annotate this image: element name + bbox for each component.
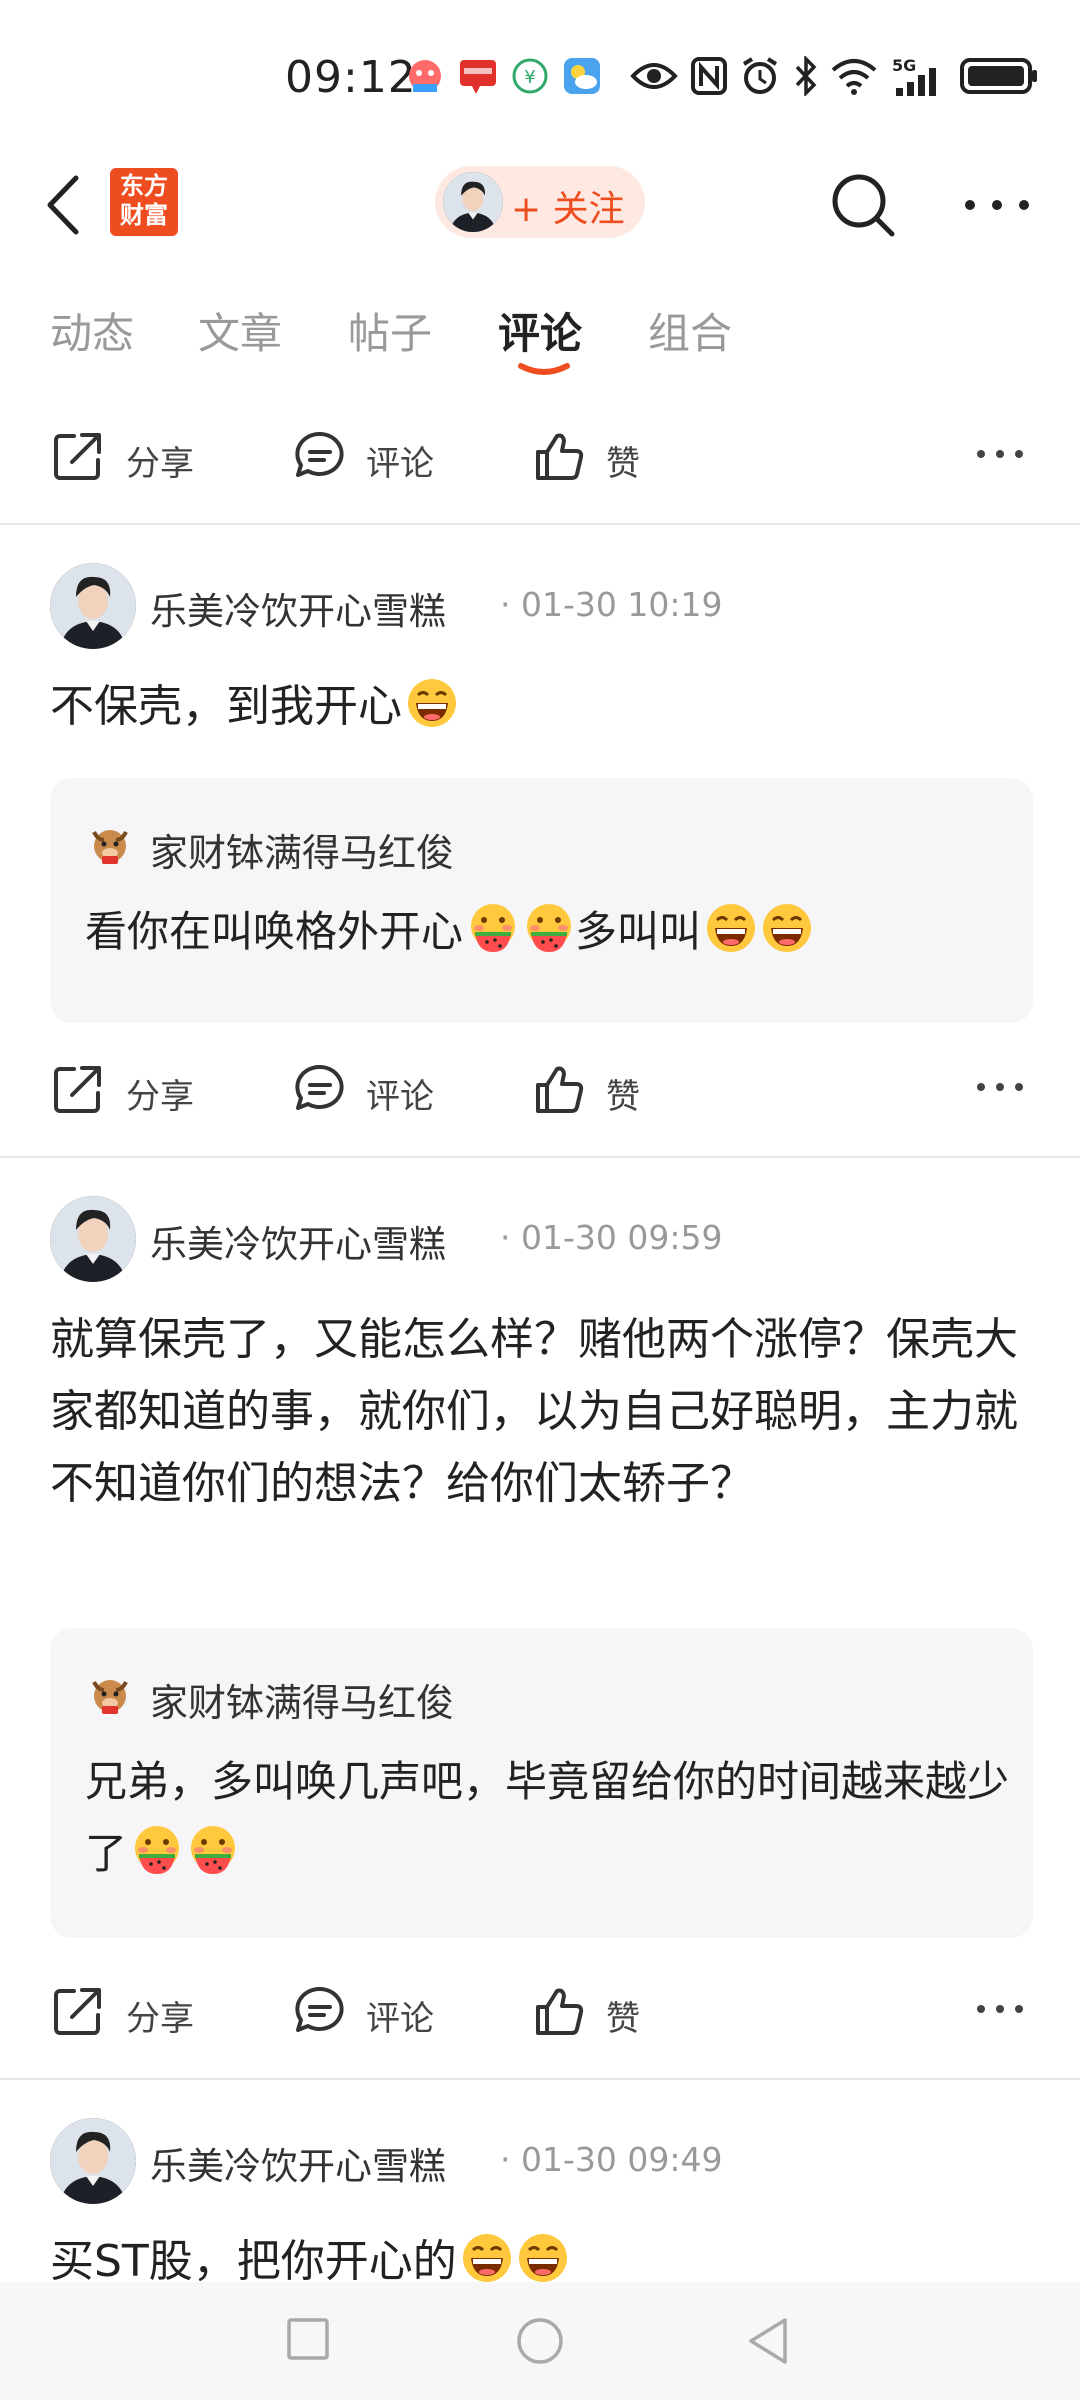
like-button[interactable]: 赞 <box>532 1049 672 1129</box>
share-button[interactable]: 分享 <box>50 416 210 496</box>
like-label: 赞 <box>606 1999 640 2039</box>
back-triangle-icon[interactable] <box>745 2316 791 2366</box>
more-options-icon[interactable] <box>975 446 1025 462</box>
reply-box[interactable]: 家财钵满得马红俊 看你在叫唤格外开心 多叫叫 <box>50 778 1033 1023</box>
wifi-icon <box>831 59 877 95</box>
like-icon <box>532 1061 588 1117</box>
bluetooth-icon <box>795 56 817 96</box>
comment-icon <box>292 1061 348 1117</box>
laughing-emoji <box>517 2232 569 2282</box>
comment-time: · 01-30 09:49 <box>500 2140 723 2179</box>
action-bar: 分享 评论 赞 <box>0 416 1080 496</box>
comment-author[interactable]: 乐美冷饮开心雪糕 <box>150 2136 446 2190</box>
comment-button[interactable]: 评论 <box>292 1971 452 2051</box>
comment-text: 买ST股，把你开心的 <box>50 2226 1040 2282</box>
avatar[interactable] <box>50 1196 136 1282</box>
like-button[interactable]: 赞 <box>532 416 672 496</box>
tab-pinglun[interactable]: 评论 <box>498 300 582 361</box>
reply-text: 看你在叫唤格外开心 多叫叫 <box>85 896 1015 968</box>
more-options-icon[interactable] <box>975 2001 1025 2017</box>
share-button[interactable]: 分享 <box>50 1049 210 1129</box>
ox-badge-icon <box>88 822 132 866</box>
nfc-icon <box>691 57 727 95</box>
system-nav-bar <box>0 2282 1080 2400</box>
app-notification-icon <box>409 60 441 92</box>
share-icon <box>50 1061 106 1117</box>
comment-item: 乐美冷饮开心雪糕 · 01-30 09:59 就算保壳了，又能怎么样？赌他两个涨… <box>0 1158 1080 2078</box>
watermelon-emoji <box>467 902 519 954</box>
watermelon-emoji <box>131 1824 183 1876</box>
tab-zuhe[interactable]: 组合 <box>648 300 732 361</box>
app-logo: 东方 财富 <box>110 168 178 236</box>
comment-time: · 01-30 09:59 <box>500 1218 723 1257</box>
like-label: 赞 <box>606 1077 640 1117</box>
more-icon[interactable] <box>962 185 1032 225</box>
follow-label: + 关注 <box>511 189 625 230</box>
laughing-emoji <box>761 902 813 954</box>
svg-text:¥: ¥ <box>524 67 535 88</box>
comment-label: 评论 <box>366 444 434 484</box>
home-circle-icon[interactable] <box>515 2316 565 2366</box>
share-icon <box>50 428 106 484</box>
battery-icon <box>960 58 1037 94</box>
comment-label: 评论 <box>366 1077 434 1117</box>
reply-author[interactable]: 家财钵满得马红俊 <box>150 822 454 877</box>
reply-author[interactable]: 家财钵满得马红俊 <box>150 1672 454 1727</box>
watermelon-emoji <box>187 1824 239 1876</box>
comment-icon <box>292 1983 348 2039</box>
share-button[interactable]: 分享 <box>50 1971 210 2051</box>
alarm-icon <box>742 57 778 94</box>
action-bar: 分享 评论 赞 <box>0 1971 1080 2051</box>
search-icon[interactable] <box>828 170 898 240</box>
like-button[interactable]: 赞 <box>532 1971 672 2051</box>
tab-dongtai[interactable]: 动态 <box>50 300 134 361</box>
more-options-icon[interactable] <box>975 1079 1025 1095</box>
share-icon <box>50 1983 106 2039</box>
comment-label: 评论 <box>366 1999 434 2039</box>
like-icon <box>532 428 588 484</box>
status-bar: 09:12 ¥ 5G <box>0 0 1080 150</box>
weather-icon <box>564 58 600 94</box>
tab-tiezi[interactable]: 帖子 <box>348 300 432 361</box>
avatar[interactable] <box>50 2118 136 2204</box>
comment-item: 乐美冷饮开心雪糕 · 01-30 09:49 买ST股，把你开心的 <box>0 2080 1080 2282</box>
comment-button[interactable]: 评论 <box>292 416 452 496</box>
tab-wenzhang[interactable]: 文章 <box>198 300 282 361</box>
share-label: 分享 <box>126 1999 194 2039</box>
comment-author[interactable]: 乐美冷饮开心雪糕 <box>150 1214 446 1268</box>
yunshanfu-icon <box>460 60 496 94</box>
reply-box[interactable]: 家财钵满得马红俊 兄弟，多叫唤几声吧，毕竟留给你的时间越来越少了 <box>50 1628 1033 1938</box>
comment-text: 不保壳，到我开心 <box>50 671 1040 743</box>
laughing-emoji <box>705 902 757 954</box>
avatar <box>443 172 503 232</box>
comment-button[interactable]: 评论 <box>292 1049 452 1129</box>
5g-signal-icon: 5G <box>892 56 947 96</box>
comment-time: · 01-30 10:19 <box>500 585 723 624</box>
action-bar: 分享 评论 赞 <box>0 1049 1080 1129</box>
share-label: 分享 <box>126 1077 194 1117</box>
tab-active-indicator <box>518 363 570 375</box>
eye-icon <box>630 63 678 89</box>
laughing-emoji <box>461 2232 513 2282</box>
header: 东方 财富 + 关注 <box>0 150 1080 260</box>
like-icon <box>532 1983 588 2039</box>
avatar[interactable] <box>50 563 136 649</box>
recents-square-icon[interactable] <box>285 2316 331 2362</box>
wechat-pay-icon: ¥ <box>512 58 548 94</box>
share-label: 分享 <box>126 444 194 484</box>
back-arrow-icon[interactable] <box>40 170 90 240</box>
watermelon-emoji <box>523 902 575 954</box>
follow-button[interactable]: + 关注 <box>435 166 645 238</box>
laughing-emoji <box>406 677 458 729</box>
status-time: 09:12 <box>285 52 417 103</box>
tab-bar: 动态 文章 帖子 评论 组合 <box>0 290 1080 390</box>
comment-text: 就算保壳了，又能怎么样？赌他两个涨停？保壳大家都知道的事，就你们，以为自己好聪明… <box>50 1314 1018 1509</box>
ox-badge-icon <box>88 1672 132 1716</box>
comment-icon <box>292 428 348 484</box>
like-label: 赞 <box>606 444 640 484</box>
comment-author[interactable]: 乐美冷饮开心雪糕 <box>150 581 446 635</box>
reply-text: 兄弟，多叫唤几声吧，毕竟留给你的时间越来越少了 <box>85 1757 1010 1878</box>
